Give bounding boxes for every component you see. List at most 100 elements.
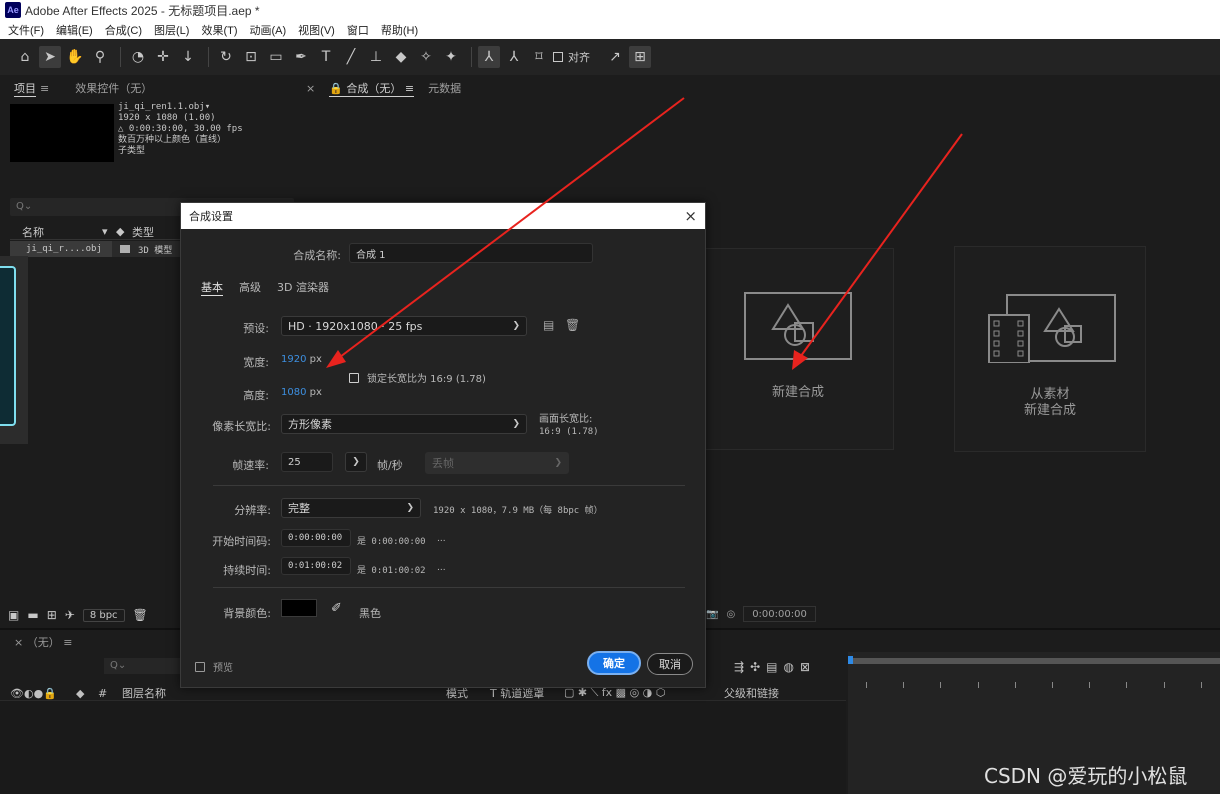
snapshot-icon[interactable]: 📷 [706,609,718,620]
roto-brush-tool-icon[interactable]: ✧ [415,46,437,68]
delete-icon[interactable]: 🗑 [133,608,148,622]
draft-3d-icon[interactable]: ✣ [750,660,760,674]
menu-edit[interactable]: 编辑(E) [56,22,93,38]
preview-frame [0,266,16,426]
rotate-tool-icon[interactable]: ↻ [215,46,237,68]
label-color-swatch[interactable] [120,245,130,253]
new-comp-from-footage-card[interactable]: 从素材 新建合成 [954,246,1146,452]
frame-rate-input[interactable]: 25 [281,452,333,472]
comp-tab-close-icon[interactable]: × [306,82,315,95]
pan-behind-tool-icon[interactable]: ⊡ [240,46,262,68]
puppet-tool-icon[interactable]: ✦ [440,46,462,68]
type-tool-icon[interactable]: T [315,46,337,68]
clone-stamp-tool-icon[interactable]: ⊥ [365,46,387,68]
axis-world-icon[interactable]: ⅄ [503,46,525,68]
eyedropper-icon[interactable]: ✐ [331,601,342,616]
close-icon[interactable]: × [684,207,697,225]
preset-label: 预设: [243,322,269,335]
width-value[interactable]: 1920 [281,354,306,365]
column-name[interactable]: 名称 [10,224,102,240]
current-time-display[interactable]: 0:00:00:00 [743,606,816,622]
align-toggle[interactable]: 对齐 [553,49,590,65]
axis-local-icon[interactable]: ⅄ [478,46,500,68]
file-name: ji_qi_r....obj [10,241,112,257]
footage-thumbnail [10,104,114,162]
frame-rate-dropdown[interactable]: ❯ [345,452,367,472]
home-icon[interactable]: ⌂ [14,46,36,68]
menu-view[interactable]: 视图(V) [298,22,335,38]
orbit-camera-icon[interactable]: ◔ [127,46,149,68]
duration-input[interactable]: 0:01:00:02 [281,557,351,575]
comp-name-input[interactable]: 合成 1 [349,243,593,263]
footage-info-name[interactable]: ji_qi_ren1.1.obj▾ [118,102,243,113]
snapping-icon[interactable]: ↗ [604,46,626,68]
menu-window[interactable]: 窗口 [347,22,369,38]
hand-tool-icon[interactable]: ✋ [64,46,86,68]
tab-effect-controls[interactable]: 效果控件（无） [75,80,152,96]
selection-tool-icon[interactable]: ➤ [39,46,61,68]
footage-info-size: 1920 x 1080 (1.00) [118,113,216,123]
brush-tool-icon[interactable]: ╱ [340,46,362,68]
preview-option: 预览 [195,659,233,674]
lock-icon[interactable]: 🔒 [329,82,343,95]
lock-aspect-checkbox[interactable] [349,372,359,383]
playhead-handle[interactable] [848,656,853,664]
column-type[interactable]: 类型 [132,224,154,240]
bit-depth-button[interactable]: 8 bpc [82,608,125,622]
menu-file[interactable]: 文件(F) [8,22,44,38]
preset-select[interactable]: HD · 1920x1080 · 25 fps ❯ [281,316,527,336]
tab-project[interactable]: 项目 [14,80,36,97]
zoom-tool-icon[interactable]: ⚲ [89,46,111,68]
timeline-tab[interactable]: × （无） ≡ [14,634,72,650]
pen-tool-icon[interactable]: ✒ [290,46,312,68]
drop-frame-select[interactable]: 丢帧 ❯ [425,452,569,474]
pan-camera-icon[interactable]: ✛ [152,46,174,68]
axis-view-icon[interactable]: ⌑ [528,46,550,68]
snap-options-icon[interactable]: ⊞ [629,46,651,68]
height-value[interactable]: 1080 [281,387,306,398]
menu-composition[interactable]: 合成(C) [105,22,142,38]
start-timecode-input[interactable]: 0:00:00:00 [281,529,351,547]
interpret-footage-icon[interactable]: ▣ [8,608,19,622]
save-preset-icon[interactable]: ▤ [543,318,554,332]
resolution-select[interactable]: 完整 ❯ [281,498,421,518]
delete-preset-icon[interactable]: 🗑 [565,318,580,332]
comp-flowchart-icon[interactable]: ⇶ [734,660,744,674]
pixel-aspect-select[interactable]: 方形像素 ❯ [281,414,527,434]
show-channel-icon[interactable]: ◎ [726,609,735,620]
work-area-bar[interactable] [848,658,1220,664]
label-icon: ◆ [76,686,85,700]
background-color-label: 背景颜色: [223,607,271,620]
dolly-camera-icon[interactable]: ↓ [177,46,199,68]
label-tag-icon[interactable]: ◆ [116,225,132,238]
background-color-swatch[interactable] [281,599,317,617]
menu-effect[interactable]: 效果(T) [201,22,237,38]
menu-help[interactable]: 帮助(H) [381,22,418,38]
ok-button[interactable]: 确定 [587,651,641,675]
chevron-down-icon: ❯ [554,458,562,468]
sort-chevron-icon[interactable]: ▾ [102,225,116,238]
align-checkbox[interactable] [553,52,563,62]
frame-blending-icon[interactable]: ▤ [766,660,777,674]
tab-metadata[interactable]: 元数据 [428,80,461,96]
comp-menu-icon[interactable]: ≡ [405,82,414,95]
menu-layer[interactable]: 图层(L) [154,22,189,38]
new-composition-icon[interactable]: ⊞ [47,608,57,622]
timeline-search-input[interactable]: Q⌄ [104,658,184,674]
new-folder-icon[interactable]: ▬ [27,608,38,622]
render-queue-icon[interactable]: ✈ [65,608,75,622]
menu-animation[interactable]: 动画(A) [250,22,287,38]
new-composition-card[interactable]: 新建合成 [702,248,894,450]
tab-3d-renderer[interactable]: 3D 渲染器 [277,279,329,296]
cancel-button[interactable]: 取消 [647,653,693,675]
tab-advanced[interactable]: 高级 [239,279,261,296]
project-menu-icon[interactable]: ≡ [40,82,49,95]
section-divider [213,587,685,588]
graph-editor-icon[interactable]: ⊠ [800,660,810,674]
rectangle-tool-icon[interactable]: ▭ [265,46,287,68]
tab-composition[interactable]: 🔒 合成（无） ≡ [329,80,415,97]
preview-checkbox[interactable] [195,661,205,672]
motion-blur-icon[interactable]: ◍ [783,660,793,674]
eraser-tool-icon[interactable]: ◆ [390,46,412,68]
tab-basic[interactable]: 基本 [201,279,223,296]
